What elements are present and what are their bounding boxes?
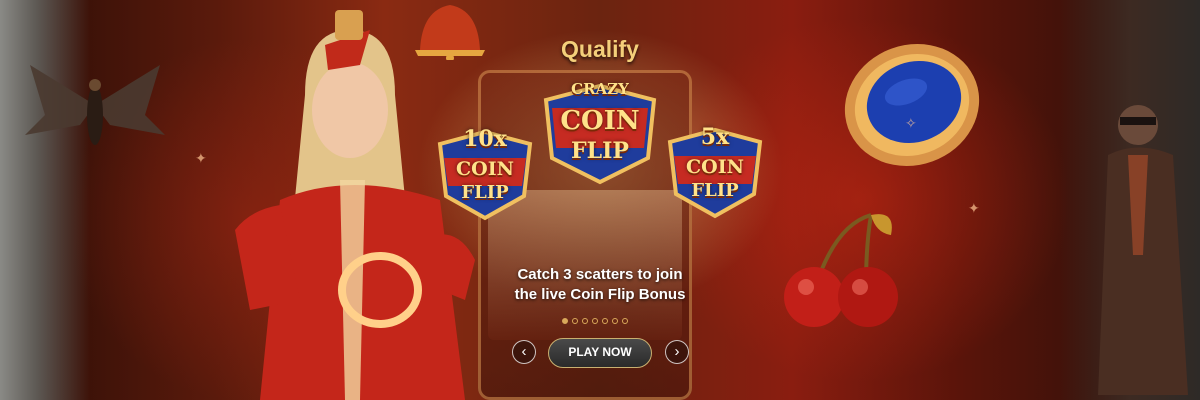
crazy-coin-flip-badge: CRAZY COIN FLIP [538, 78, 662, 186]
promo-banner: ✦ ✦ ✧ Qualify CRAZY COIN FLIP 10x COIN F… [0, 0, 1200, 400]
play-now-button[interactable]: PLAY NOW [548, 338, 652, 368]
10x-coin-flip-badge: 10x COIN FLIP [434, 122, 536, 222]
slide-dot[interactable] [592, 318, 598, 324]
next-slide-button[interactable]: › [665, 340, 689, 364]
badge-line1: COIN [686, 156, 744, 178]
slide-dot[interactable] [622, 318, 628, 324]
banner-heading: Qualify [561, 36, 639, 62]
slide-dot[interactable] [562, 318, 568, 324]
sparkle-icon: ✦ [968, 200, 980, 216]
caption-line-1: Catch 3 scatters to join [517, 266, 683, 283]
moth-ornament-icon [25, 65, 165, 145]
slide-dot[interactable] [582, 318, 588, 324]
pirate-figure [1098, 105, 1188, 395]
sparkle-icon: ✧ [905, 115, 917, 131]
badge-multiplier: CRAZY [571, 80, 629, 98]
badge-line2: FLIP [571, 138, 629, 164]
previous-slide-button[interactable]: ‹ [512, 340, 536, 364]
slide-dot[interactable] [612, 318, 618, 324]
slide-dot[interactable] [572, 318, 578, 324]
coin-portal-icon [844, 44, 980, 166]
5x-coin-flip-badge: 5x COIN FLIP [664, 120, 766, 220]
badge-multiplier: 5x [700, 124, 730, 150]
badge-multiplier: 10x [463, 126, 507, 152]
slide-dot[interactable] [602, 318, 608, 324]
badge-line2: FLIP [461, 182, 509, 203]
badge-line2: FLIP [691, 180, 739, 201]
slide-indicator [562, 318, 628, 326]
sparkle-icon: ✦ [195, 150, 207, 166]
badge-line1: COIN [560, 106, 640, 136]
caption-line-2: the live Coin Flip Bonus [514, 286, 686, 303]
banner-caption: Catch 3 scatters to join the live Coin F… [470, 265, 730, 305]
badge-line1: COIN [456, 158, 514, 180]
cherries-icon [784, 213, 898, 327]
